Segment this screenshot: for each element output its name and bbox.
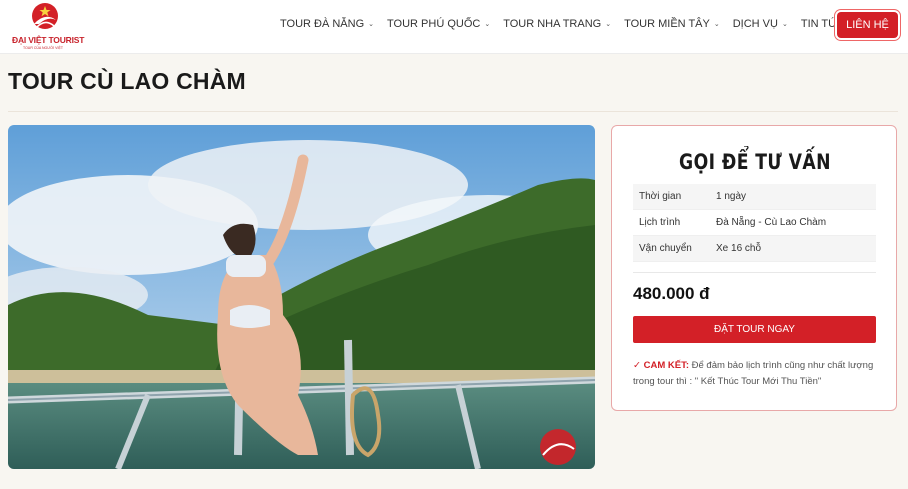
info-value: Đà Nẵng - Cù Lao Chàm (716, 217, 827, 228)
main-nav: TOUR ĐÀ NẴNG ⌄ TOUR PHÚ QUỐC ⌄ TOUR NHA TR… (280, 18, 868, 30)
nav-label: DỊCH VỤ (732, 18, 778, 30)
logo-text: ĐẠI VIỆT TOURIST (12, 35, 85, 45)
info-key: Vận chuyển (639, 243, 692, 254)
tour-price: 480.000 đ (633, 284, 710, 303)
chevron-down-icon: ⌄ (605, 21, 612, 28)
nav-tour-da-nang[interactable]: TOUR ĐÀ NẴNG ⌄ (280, 18, 374, 30)
tour-hero-image (8, 125, 595, 469)
nav-label: TOUR NHA TRANG (503, 18, 602, 30)
card-title: GỌI ĐỂ TƯ VẤN (679, 150, 831, 174)
contact-button[interactable]: LIÊN HỆ (837, 12, 898, 38)
nav-label: TOUR MIỀN TÂY (624, 18, 710, 30)
chevron-down-icon: ⌄ (713, 21, 720, 28)
nav-tour-nha-trang[interactable]: TOUR NHA TRANG ⌄ (503, 18, 611, 30)
chevron-down-icon: ⌄ (781, 21, 788, 28)
tour-info-table: Thời gian 1 ngày Lịch trình Đà Nẵng - Cù… (633, 184, 876, 262)
chevron-down-icon: ⌄ (368, 21, 375, 28)
nav-tour-phu-quoc[interactable]: TOUR PHÚ QUỐC ⌄ (387, 18, 490, 30)
tour-photo (8, 125, 595, 469)
chevron-down-icon: ⌄ (484, 21, 491, 28)
nav-tour-mien-tay[interactable]: TOUR MIỀN TÂY ⌄ (624, 18, 720, 30)
commitment-note: ✓ CAM KẾT: Để đảm bảo lịch trình cũng nh… (633, 358, 883, 390)
nav-label: TOUR ĐÀ NẴNG (280, 18, 365, 30)
logo-tagline: TOUR CỦA NGƯỜI VIỆT (23, 46, 63, 50)
nav-label: TOUR PHÚ QUỐC (387, 18, 481, 30)
nav-dich-vu[interactable]: DỊCH VỤ ⌄ (733, 18, 788, 30)
book-tour-button[interactable]: ĐẶT TOUR NGAY (633, 316, 876, 343)
site-logo[interactable]: ĐẠI VIỆT TOURIST TOUR CỦA NGƯỜI VIỆT (6, 2, 84, 52)
divider (8, 111, 898, 112)
info-row-duration: Thời gian 1 ngày (633, 184, 876, 210)
commitment-heading: ✓ CAM KẾT: (633, 360, 689, 371)
info-row-itinerary: Lịch trình Đà Nẵng - Cù Lao Chàm (633, 210, 876, 236)
page-title: TOUR CÙ LAO CHÀM (8, 68, 246, 94)
info-key: Thời gian (639, 191, 682, 202)
info-value: Xe 16 chỗ (716, 243, 762, 254)
booking-card: GỌI ĐỂ TƯ VẤN Thời gian 1 ngày Lịch trìn… (611, 125, 897, 411)
site-header: ĐẠI VIỆT TOURIST TOUR CỦA NGƯỜI VIỆT TOU… (0, 0, 908, 54)
info-row-transport: Vận chuyển Xe 16 chỗ (633, 236, 876, 262)
info-value: 1 ngày (716, 191, 747, 202)
divider (633, 272, 876, 273)
info-key: Lịch trình (639, 217, 681, 228)
